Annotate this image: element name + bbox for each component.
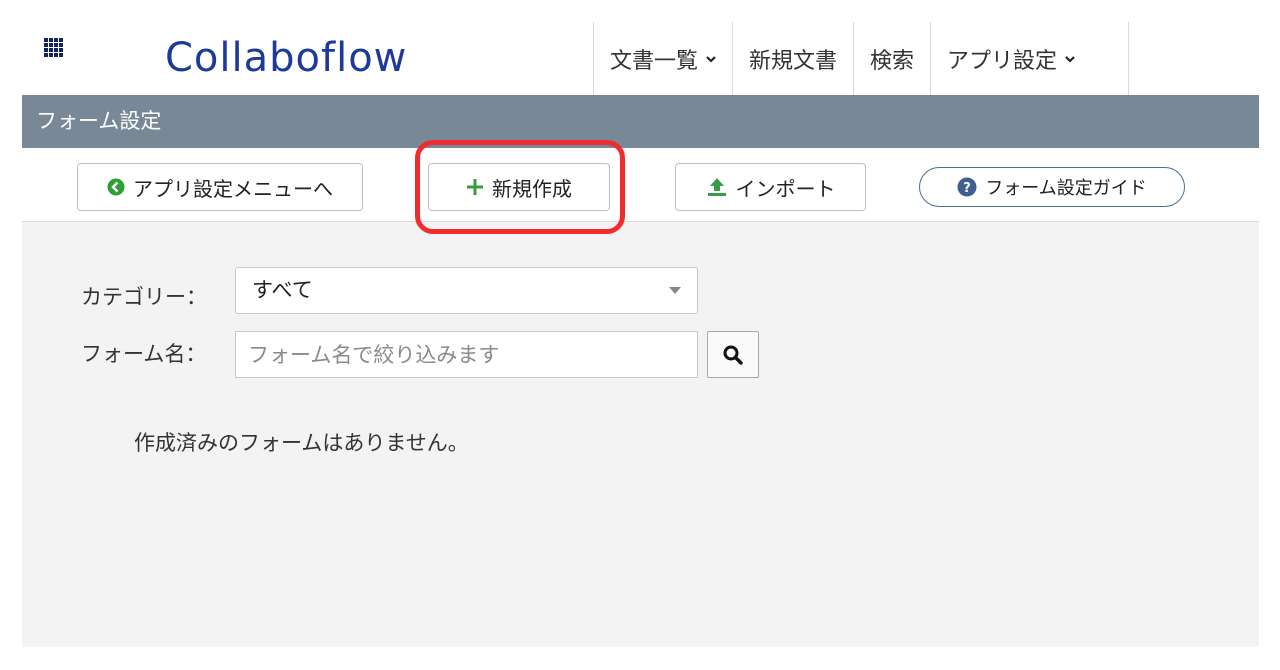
new-form-button[interactable]: 新規作成 bbox=[428, 163, 610, 211]
form-name-label: フォーム名： bbox=[81, 342, 207, 366]
plus-icon bbox=[467, 179, 483, 195]
import-button[interactable]: インポート bbox=[675, 163, 866, 211]
arrow-left-circle-icon bbox=[107, 178, 125, 196]
app-grid-icon[interactable] bbox=[44, 38, 64, 58]
top-nav: 文書一覧 新規文書 検索 アプリ設定 bbox=[593, 22, 1130, 95]
search-button[interactable] bbox=[707, 331, 759, 378]
logo[interactable]: Collaboflow bbox=[165, 30, 407, 86]
nav-item-label: 検索 bbox=[870, 48, 915, 74]
svg-text:?: ? bbox=[963, 181, 971, 196]
nav-item-new-document[interactable]: 新規文書 bbox=[733, 22, 855, 95]
section-title: フォーム設定 bbox=[22, 95, 1259, 148]
category-select-value: すべて bbox=[252, 278, 313, 302]
chevron-down-icon bbox=[1065, 55, 1075, 63]
header: Collaboflow 文書一覧 新規文書 検索 アプリ設定 bbox=[22, 22, 1259, 95]
nav-item-documents[interactable]: 文書一覧 bbox=[594, 22, 734, 95]
nav-item-label: 文書一覧 bbox=[610, 48, 699, 74]
chevron-down-icon bbox=[706, 55, 716, 63]
help-circle-icon: ? bbox=[957, 177, 977, 197]
toolbar: アプリ設定メニューへ 新規作成 インポート ? フォーム設定ガイド bbox=[22, 148, 1259, 222]
nav-item-label: アプリ設定 bbox=[947, 48, 1058, 74]
new-button-label: 新規作成 bbox=[492, 176, 572, 201]
search-icon bbox=[723, 345, 743, 365]
caret-down-icon bbox=[669, 287, 681, 294]
back-button-label: アプリ設定メニューへ bbox=[133, 176, 333, 201]
guide-button-label: フォーム設定ガイド bbox=[985, 178, 1147, 199]
nav-item-search[interactable]: 検索 bbox=[854, 22, 932, 95]
empty-state-message: 作成済みのフォームはありません。 bbox=[134, 431, 469, 455]
import-button-label: インポート bbox=[735, 176, 836, 201]
form-settings-guide-button[interactable]: ? フォーム設定ガイド bbox=[919, 167, 1185, 207]
form-name-input[interactable] bbox=[235, 331, 698, 378]
nav-item-label: 新規文書 bbox=[749, 48, 838, 74]
app-frame: Collaboflow 文書一覧 新規文書 検索 アプリ設定 フォーム設定 アプ… bbox=[22, 22, 1259, 647]
back-to-app-settings-button[interactable]: アプリ設定メニューへ bbox=[77, 163, 363, 211]
category-select[interactable]: すべて bbox=[235, 267, 698, 314]
nav-item-app-settings[interactable]: アプリ設定 bbox=[931, 22, 1130, 95]
category-label: カテゴリー： bbox=[81, 285, 207, 309]
upload-icon bbox=[707, 178, 726, 196]
